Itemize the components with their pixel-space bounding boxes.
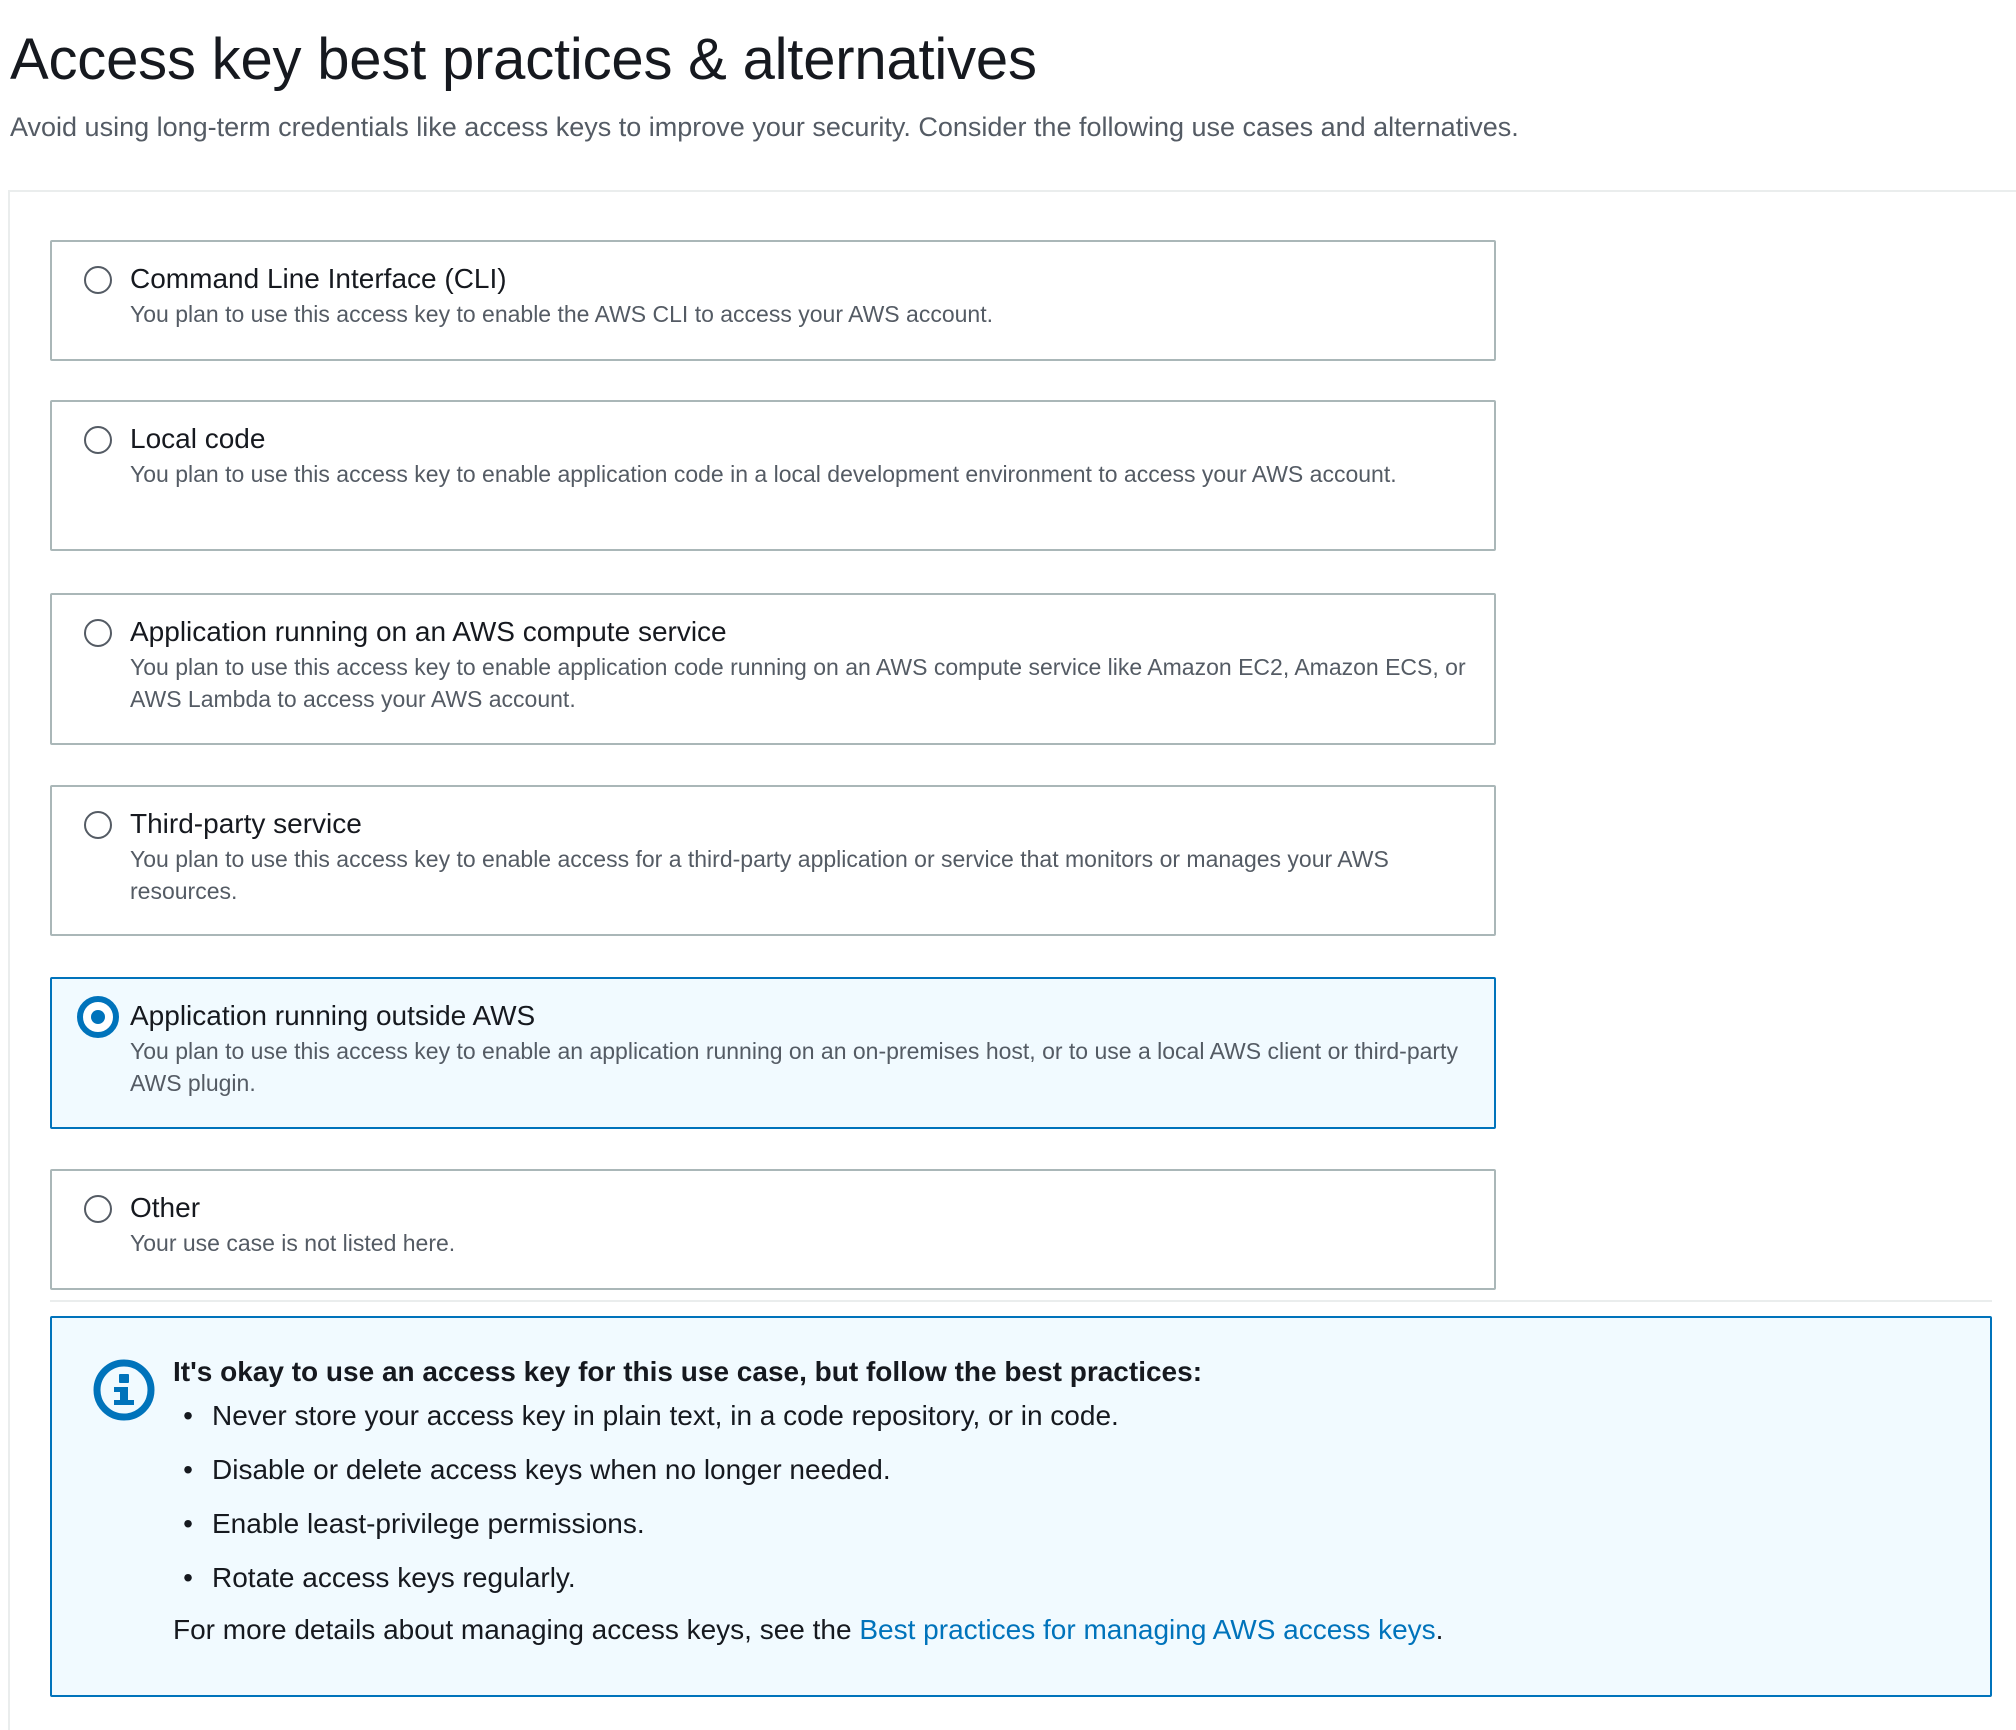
best-practices-link[interactable]: Best practices for managing AWS access k… bbox=[859, 1614, 1435, 1645]
radio-button[interactable] bbox=[84, 619, 112, 647]
best-practice-text: Enable least-privilege permissions. bbox=[212, 1508, 645, 1539]
divider bbox=[50, 1300, 1992, 1302]
page-description: Avoid using long-term credentials like a… bbox=[10, 112, 1519, 142]
bullet-icon: • bbox=[183, 1454, 193, 1485]
radio-dot bbox=[91, 1010, 105, 1024]
option-description: You plan to use this access key to enabl… bbox=[130, 1038, 1458, 1096]
use-case-option-other[interactable]: Other Your use case is not listed here. bbox=[50, 1169, 1496, 1290]
info-icon bbox=[93, 1359, 155, 1421]
use-case-option-cli[interactable]: Command Line Interface (CLI) You plan to… bbox=[50, 240, 1496, 361]
option-title: Third-party service bbox=[130, 808, 362, 839]
use-case-option-local-code[interactable]: Local code You plan to use this access k… bbox=[50, 400, 1496, 551]
radio-button[interactable] bbox=[84, 266, 112, 294]
radio-button[interactable] bbox=[84, 811, 112, 839]
option-title: Local code bbox=[130, 423, 266, 454]
option-title: Other bbox=[130, 1192, 201, 1223]
bullet-icon: • bbox=[183, 1508, 193, 1539]
use-case-option-aws-compute[interactable]: Application running on an AWS compute se… bbox=[50, 593, 1496, 745]
best-practice-text: Disable or delete access keys when no lo… bbox=[212, 1454, 891, 1485]
page-title: Access key best practices & alternatives bbox=[10, 27, 1037, 92]
alert-heading: It's okay to use an access key for this … bbox=[173, 1356, 1203, 1387]
footer-punctuation: . bbox=[1435, 1614, 1444, 1645]
option-title: Application running outside AWS bbox=[130, 1000, 536, 1031]
bullet-icon: • bbox=[183, 1562, 193, 1593]
radio-button[interactable] bbox=[84, 1195, 112, 1223]
radio-button[interactable] bbox=[84, 426, 112, 454]
use-case-option-third-party[interactable]: Third-party service You plan to use this… bbox=[50, 785, 1496, 936]
bullet-icon: • bbox=[183, 1400, 193, 1431]
option-description: Your use case is not listed here. bbox=[130, 1230, 456, 1256]
option-description: You plan to use this access key to enabl… bbox=[130, 654, 1466, 712]
option-description: You plan to use this access key to enabl… bbox=[130, 301, 993, 327]
alert-footer: For more details about managing access k… bbox=[173, 1610, 1443, 1650]
radio-button-selected[interactable] bbox=[77, 996, 119, 1038]
best-practice-text: Rotate access keys regularly. bbox=[212, 1562, 576, 1593]
option-title: Command Line Interface (CLI) bbox=[130, 263, 507, 294]
option-description: You plan to use this access key to enabl… bbox=[130, 846, 1389, 904]
info-alert: It's okay to use an access key for this … bbox=[50, 1316, 1992, 1697]
option-title: Application running on an AWS compute se… bbox=[130, 616, 727, 647]
use-case-option-outside-aws[interactable]: Application running outside AWS You plan… bbox=[50, 977, 1496, 1129]
option-description: You plan to use this access key to enabl… bbox=[130, 461, 1397, 487]
best-practice-text: Never store your access key in plain tex… bbox=[212, 1400, 1119, 1431]
footer-text: For more details about managing access k… bbox=[173, 1614, 860, 1645]
